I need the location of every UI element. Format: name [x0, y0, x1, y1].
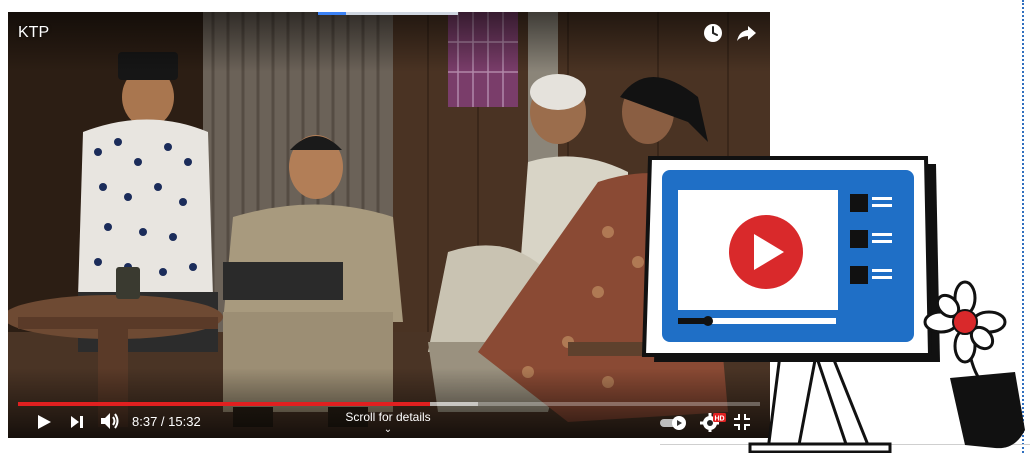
monitor-illustration: [641, 156, 1025, 453]
scroll-hint-label: Scroll for details: [345, 410, 431, 424]
progress-played: [18, 402, 430, 406]
chevron-down-icon: ⌄: [383, 424, 393, 435]
video-title[interactable]: KTP: [18, 24, 49, 42]
time-display: 8:37 / 15:32: [132, 414, 201, 429]
volume-icon[interactable]: [100, 412, 120, 430]
clock-icon[interactable]: [702, 22, 724, 44]
duration: 15:32: [168, 414, 201, 429]
skip-next-icon[interactable]: [70, 415, 84, 429]
top-gradient: [8, 12, 770, 72]
play-icon[interactable]: [36, 414, 52, 430]
scroll-for-details-button[interactable]: Scroll for details ⌄: [338, 410, 438, 435]
current-time: 8:37: [132, 414, 158, 429]
time-separator: /: [157, 414, 169, 429]
top-loading-strip: [318, 12, 458, 15]
share-arrow-icon[interactable]: [735, 22, 757, 44]
